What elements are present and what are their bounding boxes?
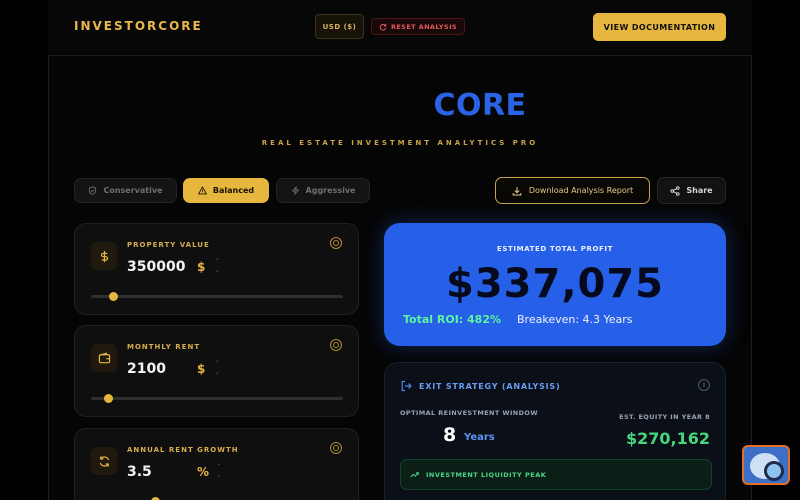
monthly-rent-label: MONTHLY RENT bbox=[127, 343, 201, 351]
reset-icon bbox=[379, 23, 387, 31]
slider-handle[interactable] bbox=[108, 292, 118, 301]
shield-icon bbox=[89, 186, 97, 195]
property-value-slider[interactable] bbox=[91, 292, 343, 301]
property-value-card: PROPERTY VALUE 350000 $ ⌃ ⌄ bbox=[74, 223, 359, 315]
slider-handle[interactable] bbox=[103, 394, 113, 403]
annual-rent-growth-stepper[interactable]: ⌃ ⌄ bbox=[215, 462, 223, 482]
download-report-label: Download Analysis Report bbox=[528, 186, 634, 195]
monthly-rent-unit: $ bbox=[197, 362, 206, 376]
share-button[interactable]: Share bbox=[657, 177, 726, 204]
reset-analysis-label: RESET ANALYSIS bbox=[391, 22, 457, 31]
top-bar: INVESTORCORE USD ($) RESET ANALYSIS VIEW… bbox=[48, 0, 752, 56]
exit-strategy-card: EXIT STRATEGY (ANALYSIS) i OPTIMAL REINV… bbox=[384, 362, 726, 500]
trending-up-icon bbox=[410, 472, 419, 478]
magnifier-icon bbox=[764, 461, 784, 481]
brand-logo[interactable]: INVESTORCORE bbox=[74, 19, 203, 33]
view-documentation-button[interactable]: VIEW DOCUMENTATION bbox=[593, 13, 726, 41]
monthly-rent-stepper[interactable]: ⌃ ⌄ bbox=[213, 359, 221, 379]
share-label: Share bbox=[686, 186, 713, 195]
reset-analysis-button[interactable]: RESET ANALYSIS bbox=[371, 18, 465, 35]
refresh-icon bbox=[91, 447, 117, 475]
property-value-stepper[interactable]: ⌃ ⌄ bbox=[213, 257, 221, 277]
tab-aggressive[interactable]: Aggressive bbox=[276, 178, 370, 203]
exit-strategy-title: EXIT STRATEGY (ANALYSIS) bbox=[419, 382, 561, 391]
page-subtitle-text: REAL ESTATE INVESTMENT ANALYTICS PRO bbox=[261, 139, 539, 147]
annual-rent-growth-card: ANNUAL RENT GROWTH 3.5 % ⌃ ⌄ bbox=[74, 428, 359, 500]
reinvestment-window-unit: Years bbox=[464, 432, 495, 443]
liquidity-peak-banner: INVESTMENT LIQUIDITY PEAK bbox=[400, 459, 712, 490]
monthly-rent-card: MONTHLY RENT 2100 $ ⌃ ⌄ bbox=[74, 325, 359, 417]
equity-label: EST. EQUITY IN YEAR 8 bbox=[619, 413, 710, 421]
property-value-input[interactable]: 350000 bbox=[127, 259, 185, 275]
tab-conservative-label: Conservative bbox=[103, 186, 163, 195]
tab-conservative[interactable]: Conservative bbox=[74, 178, 177, 203]
annual-rent-growth-unit: % bbox=[197, 465, 210, 479]
equity-value: $270,162 bbox=[625, 429, 710, 448]
info-icon[interactable] bbox=[330, 442, 342, 454]
page-subtitle: REAL ESTATE INVESTMENT ANALYTICS PRO bbox=[0, 139, 800, 147]
tab-aggressive-label: Aggressive bbox=[305, 186, 356, 195]
annual-rent-growth-input[interactable]: 3.5 bbox=[127, 464, 152, 480]
estimated-profit-card: ESTIMATED TOTAL PROFIT $337,075 Total RO… bbox=[384, 223, 726, 346]
warning-icon bbox=[197, 186, 207, 195]
dollar-icon bbox=[91, 242, 117, 270]
page-title: CORE bbox=[433, 88, 527, 123]
annual-rent-growth-label: ANNUAL RENT GROWTH bbox=[127, 446, 239, 454]
breakeven: Breakeven: 4.3 Years bbox=[517, 313, 633, 326]
tab-balanced[interactable]: Balanced bbox=[183, 178, 269, 203]
reinvestment-window-value: 8 bbox=[443, 424, 457, 446]
download-report-button[interactable]: Download Analysis Report bbox=[495, 177, 650, 204]
property-value-unit: $ bbox=[197, 260, 206, 274]
monthly-rent-slider[interactable] bbox=[91, 394, 343, 403]
property-value-label: PROPERTY VALUE bbox=[127, 241, 210, 249]
exit-icon bbox=[401, 380, 412, 392]
estimated-profit-label: ESTIMATED TOTAL PROFIT bbox=[497, 245, 613, 253]
wallet-icon bbox=[91, 344, 117, 372]
assistant-widget-button[interactable] bbox=[742, 445, 790, 485]
liquidity-peak-label: INVESTMENT LIQUIDITY PEAK bbox=[426, 470, 547, 479]
tab-balanced-label: Balanced bbox=[212, 186, 255, 195]
reinvestment-window-label: OPTIMAL REINVESTMENT WINDOW bbox=[400, 409, 538, 417]
download-icon bbox=[512, 186, 522, 195]
monthly-rent-input[interactable]: 2100 bbox=[127, 361, 166, 377]
currency-button[interactable]: USD ($) bbox=[315, 14, 364, 39]
share-icon bbox=[670, 185, 680, 196]
lightning-icon bbox=[291, 186, 299, 195]
info-icon[interactable] bbox=[330, 339, 342, 351]
total-roi: Total ROI: 482% bbox=[403, 313, 502, 326]
info-icon[interactable]: i bbox=[698, 379, 710, 391]
info-icon[interactable] bbox=[330, 237, 342, 249]
estimated-profit-value: $337,075 bbox=[445, 261, 665, 307]
